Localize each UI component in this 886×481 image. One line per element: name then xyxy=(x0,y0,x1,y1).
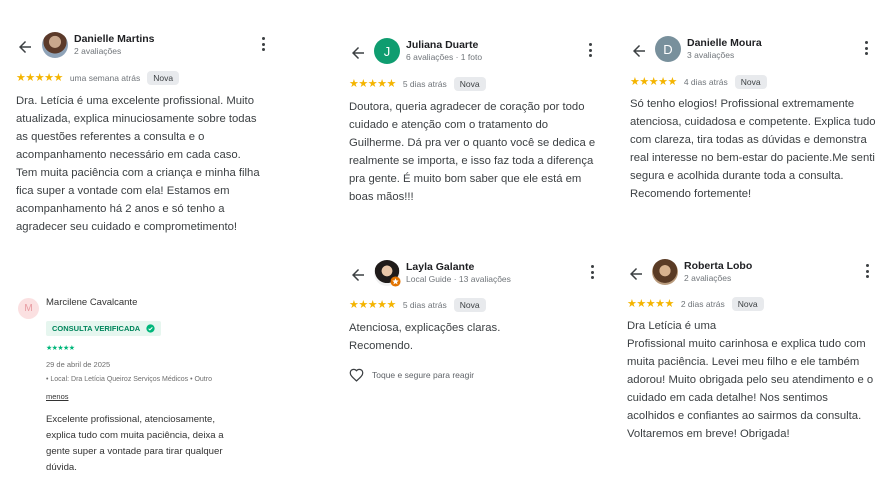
review-text: Só tenho elogios! Profissional extremame… xyxy=(630,98,876,200)
new-badge: Nova xyxy=(147,71,180,85)
heart-outline-icon[interactable] xyxy=(349,368,364,382)
review-card-juliana-duarte: J Juliana Duarte 6 avaliações · 1 foto ★… xyxy=(349,38,611,206)
reviewer-name[interactable]: Juliana Duarte xyxy=(406,39,478,51)
review-date: 29 de abril de 2025 xyxy=(46,360,111,369)
avatar[interactable]: D xyxy=(655,36,681,62)
avatar[interactable] xyxy=(652,259,678,285)
reviewer-review-count: 2 avaliações xyxy=(684,273,732,283)
new-badge: Nova xyxy=(731,297,764,311)
star-rating: ★★★★★ xyxy=(630,75,677,88)
review-text: Dra. Letícia é uma excelente profissiona… xyxy=(16,95,260,233)
reviewer-name: Marcilene Cavalcante xyxy=(46,297,138,308)
more-options-icon[interactable] xyxy=(866,264,870,280)
review-meta: ★★★★★ 4 dias atrás Nova xyxy=(630,74,886,90)
avatar[interactable]: J xyxy=(374,38,400,64)
review-text: Dra Letícia é uma Profissional muito car… xyxy=(627,320,874,440)
reviewer-name[interactable]: Danielle Martins xyxy=(74,33,155,45)
review-time: 5 dias atrás xyxy=(402,79,447,89)
review-text: Excelente profissional, atenciosamente, … xyxy=(46,414,224,473)
new-badge: Nova xyxy=(734,75,767,89)
reviewer-name[interactable]: Roberta Lobo xyxy=(684,260,752,272)
more-options-icon[interactable] xyxy=(589,43,593,59)
verified-label: CONSULTA VERIFICADA xyxy=(52,324,141,333)
avatar-initial: J xyxy=(383,43,391,59)
more-options-icon[interactable] xyxy=(262,37,266,53)
star-rating: ★★★★★ xyxy=(349,298,396,311)
review-header: Danielle Martins 2 avaliações xyxy=(16,32,316,66)
review-card-layla-galante: Layla Galante Local Guide · 13 avaliaçõe… xyxy=(349,260,611,382)
review-time: uma semana atrás xyxy=(69,73,141,83)
review-header: Roberta Lobo 2 avaliações xyxy=(627,259,886,293)
star-rating: ★★★★★ xyxy=(349,77,396,90)
back-arrow-icon[interactable] xyxy=(16,38,34,56)
react-hint: Toque e segure para reagir xyxy=(372,370,475,380)
new-badge: Nova xyxy=(453,77,486,91)
reviewer-name[interactable]: Danielle Moura xyxy=(687,37,762,49)
local-guide-badge-icon xyxy=(390,276,401,287)
review-card-danielle-martins: Danielle Martins 2 avaliações ★★★★★ uma … xyxy=(16,32,316,236)
more-options-icon[interactable] xyxy=(865,41,869,57)
avatar-initial: D xyxy=(663,41,673,57)
avatar: M xyxy=(18,298,39,319)
star-rating: ★★★★★ xyxy=(16,71,63,84)
back-arrow-icon[interactable] xyxy=(349,44,367,62)
review-time: 2 dias atrás xyxy=(680,299,725,309)
back-arrow-icon[interactable] xyxy=(630,42,648,60)
star-rating: ★★★★★ xyxy=(627,297,674,310)
avatar[interactable] xyxy=(42,32,68,58)
review-time: 4 dias atrás xyxy=(683,77,728,87)
back-arrow-icon[interactable] xyxy=(627,265,645,283)
reviewer-review-count: 3 avaliações xyxy=(687,50,735,60)
reviewer-review-count: 6 avaliações · 1 foto xyxy=(406,52,483,62)
new-badge: Nova xyxy=(453,298,486,312)
reviewer-review-count: 2 avaliações xyxy=(74,46,122,56)
back-arrow-icon[interactable] xyxy=(349,266,367,284)
review-header: D Danielle Moura 3 avaliações xyxy=(630,36,886,70)
review-meta: ★★★★★ uma semana atrás Nova xyxy=(16,70,316,86)
show-less-link[interactable]: menos xyxy=(46,392,69,401)
review-meta: ★★★★★ 5 dias atrás Nova xyxy=(349,76,611,92)
verified-badge: CONSULTA VERIFICADA xyxy=(46,318,162,336)
review-card-roberta-lobo: Roberta Lobo 2 avaliações ★★★★★ 2 dias a… xyxy=(627,259,886,443)
reviewer-name[interactable]: Layla Galante xyxy=(406,261,474,273)
review-time: 5 dias atrás xyxy=(402,300,447,310)
more-options-icon[interactable] xyxy=(591,265,595,281)
check-circle-icon xyxy=(146,324,155,333)
review-text: Atenciosa, explicações claras. Recomendo… xyxy=(349,322,501,352)
react-row[interactable]: Toque e segure para reagir xyxy=(349,368,611,382)
reviewer-review-count: Local Guide · 13 avaliações xyxy=(406,274,511,284)
review-meta: ★★★★★ 5 dias atrás Nova xyxy=(349,297,611,313)
star-rating: ★★★★★ xyxy=(46,345,75,352)
review-location: • Local: Dra Letícia Queiroz Serviços Mé… xyxy=(46,376,212,383)
avatar-initial: M xyxy=(24,303,33,314)
review-meta: ★★★★★ 2 dias atrás Nova xyxy=(627,296,886,312)
review-text: Doutora, queria agradecer de coração por… xyxy=(349,101,596,203)
review-card-danielle-moura: D Danielle Moura 3 avaliações ★★★★★ 4 di… xyxy=(630,36,886,203)
review-header: J Juliana Duarte 6 avaliações · 1 foto xyxy=(349,38,611,72)
review-header: Layla Galante Local Guide · 13 avaliaçõe… xyxy=(349,260,611,294)
